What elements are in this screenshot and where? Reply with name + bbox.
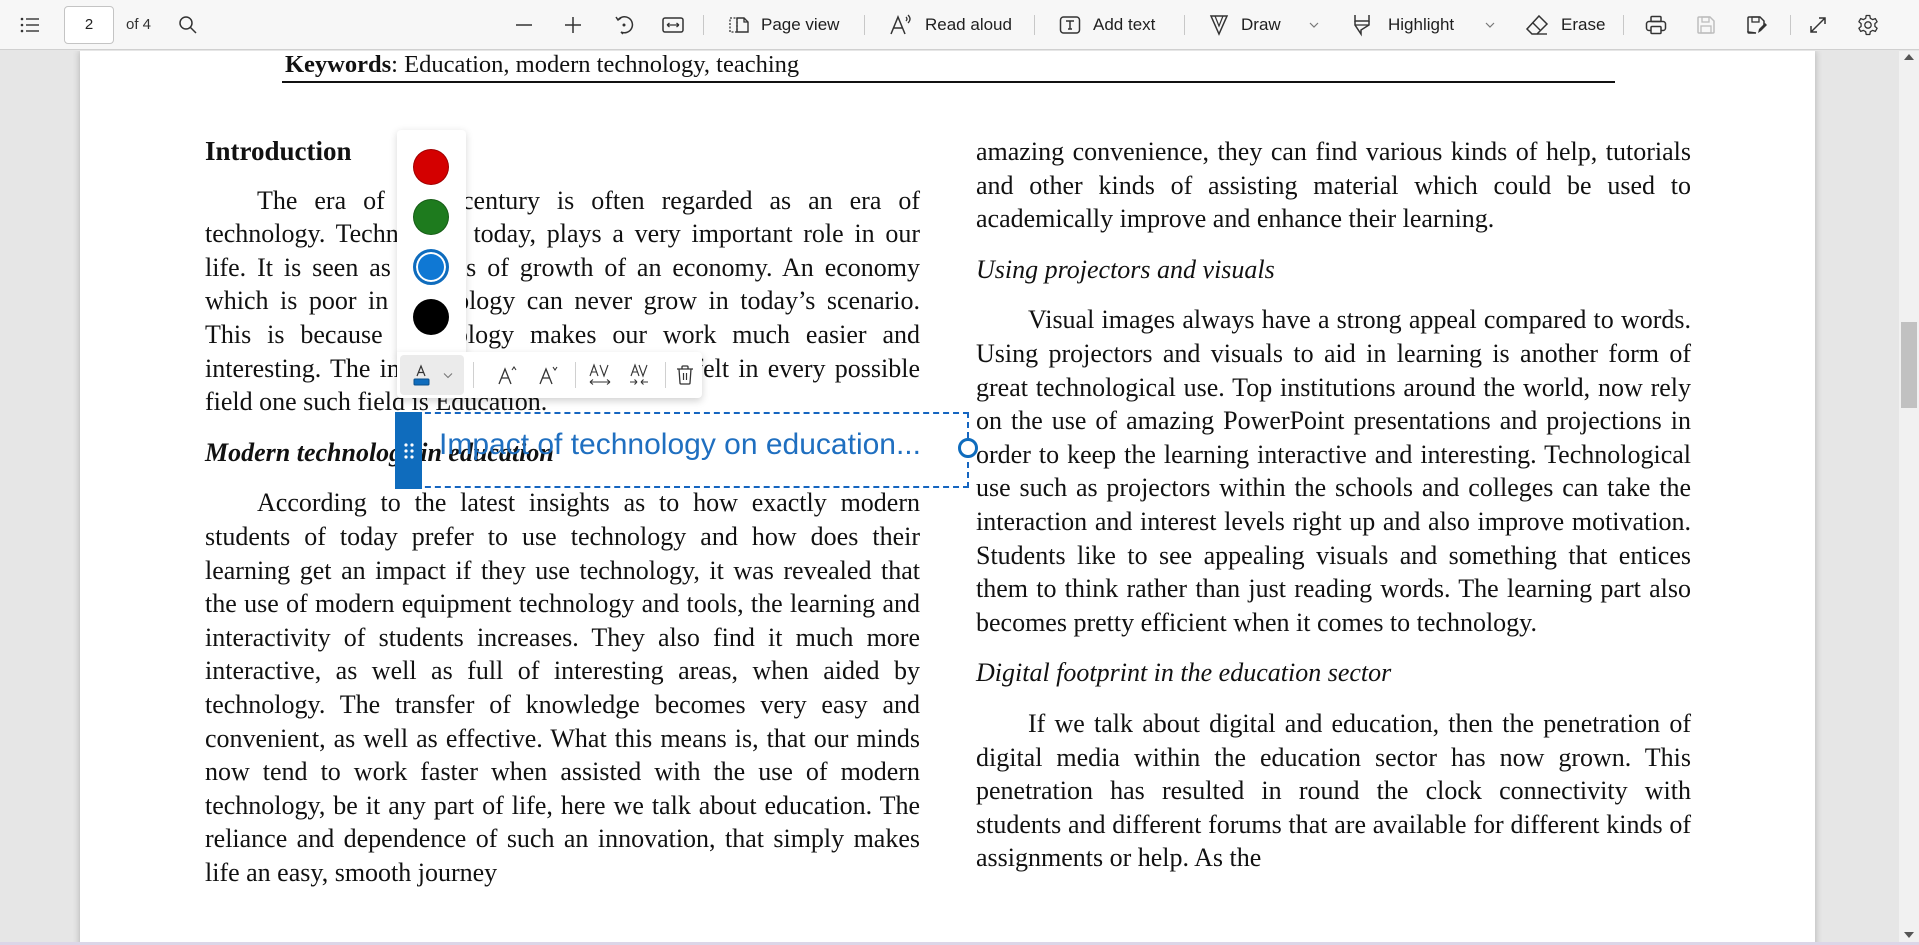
document-viewer: Keywords: Education, modern technology, … xyxy=(0,51,1899,942)
save-button[interactable] xyxy=(1696,0,1716,50)
rotate-button[interactable] xyxy=(613,0,635,50)
minus-icon xyxy=(516,24,532,26)
drag-handle[interactable] xyxy=(395,412,422,489)
spacing-increase-icon xyxy=(589,363,611,385)
add-text-icon xyxy=(1059,16,1081,34)
spacing-decrease-icon xyxy=(630,363,648,385)
settings-button[interactable] xyxy=(1857,0,1879,50)
page-total-label: of 4 xyxy=(126,16,152,33)
text-color-button[interactable] xyxy=(400,355,464,395)
scroll-up-arrow-icon[interactable] xyxy=(1904,54,1914,60)
left-column: Introduction The era of 21st century is … xyxy=(205,135,920,889)
vertical-scrollbar[interactable] xyxy=(1899,51,1919,942)
highlight-label: Highlight xyxy=(1388,15,1455,34)
read-aloud-icon xyxy=(890,14,911,35)
save-icon xyxy=(1697,16,1715,34)
add-text-button[interactable]: Add text xyxy=(1059,0,1155,50)
text-annotation-box[interactable]: Impact of technology on education... xyxy=(395,412,978,489)
toolbar-divider xyxy=(864,15,865,35)
highlighter-icon xyxy=(1354,15,1370,37)
annotation-text[interactable]: Impact of technology on education... xyxy=(439,428,921,462)
scrollbar-thumb[interactable] xyxy=(1901,322,1917,408)
page-number-input[interactable]: 2 xyxy=(64,6,114,44)
save-as-icon xyxy=(1747,16,1767,34)
erase-label: Erase xyxy=(1561,15,1606,34)
chevron-down-icon xyxy=(443,372,453,378)
paragraph-digital-footprint: If we talk about digital and education, … xyxy=(976,708,1691,873)
chevron-down-icon xyxy=(1309,22,1319,28)
resize-handle[interactable] xyxy=(958,438,978,458)
toolbar-divider xyxy=(1790,15,1791,35)
color-swatch-red[interactable] xyxy=(413,149,449,185)
text-color-palette xyxy=(397,130,466,356)
save-as-button[interactable] xyxy=(1746,0,1768,50)
print-button[interactable] xyxy=(1645,0,1667,50)
scroll-down-arrow-icon[interactable] xyxy=(1904,932,1914,938)
increase-font-size-button[interactable] xyxy=(493,355,523,395)
color-swatch-green[interactable] xyxy=(413,199,449,235)
zoom-out-button[interactable] xyxy=(514,0,534,50)
read-aloud-label: Read aloud xyxy=(925,15,1012,34)
highlight-button[interactable]: Highlight xyxy=(1352,0,1454,50)
plus-icon xyxy=(565,17,581,33)
section-heading-projectors: Using projectors and visuals xyxy=(976,254,1275,284)
right-column: amazing convenience, they can find vario… xyxy=(976,135,1691,875)
decrease-spacing-button[interactable] xyxy=(625,355,657,395)
decrease-font-size-button[interactable] xyxy=(534,355,564,395)
printer-icon xyxy=(1645,15,1667,35)
page-view-icon xyxy=(729,17,749,33)
section-heading-introduction: Introduction xyxy=(205,136,352,166)
keywords-value: : Education, modern technology, teaching xyxy=(391,51,800,78)
format-divider xyxy=(473,362,474,388)
keywords-rule xyxy=(282,81,1615,83)
add-text-label: Add text xyxy=(1093,15,1156,34)
page-view-button[interactable]: Page view xyxy=(729,0,839,50)
highlight-options-dropdown[interactable] xyxy=(1484,0,1496,50)
list-icon xyxy=(20,17,39,33)
fit-width-icon xyxy=(662,17,684,33)
pen-icon xyxy=(1209,15,1229,36)
font-increase-icon xyxy=(498,366,517,385)
section-heading-digital-footprint: Digital footprint in the education secto… xyxy=(976,658,1392,688)
keywords-line: Keywords: Education, modern technology, … xyxy=(285,51,799,79)
color-swatch-black[interactable] xyxy=(413,299,449,335)
table-of-contents-button[interactable] xyxy=(20,0,40,50)
chevron-down-icon xyxy=(1485,22,1495,28)
paragraph-projectors: Visual images always have a strong appea… xyxy=(976,305,1691,637)
keywords-label: Keywords xyxy=(285,51,392,78)
pdf-page: Keywords: Education, modern technology, … xyxy=(80,51,1815,942)
zoom-in-button[interactable] xyxy=(563,0,583,50)
rotate-icon xyxy=(615,16,634,35)
read-aloud-button[interactable]: Read aloud xyxy=(889,0,1012,50)
search-button[interactable] xyxy=(178,0,198,50)
toolbar-divider xyxy=(1623,15,1624,35)
draw-options-dropdown[interactable] xyxy=(1308,0,1320,50)
eraser-icon xyxy=(1525,14,1549,35)
format-divider xyxy=(575,362,576,388)
fit-width-button[interactable] xyxy=(662,0,684,50)
toolbar-divider xyxy=(1034,15,1035,35)
draw-label: Draw xyxy=(1241,15,1281,34)
delete-annotation-button[interactable] xyxy=(671,355,699,395)
increase-spacing-button[interactable] xyxy=(585,355,617,395)
pdf-toolbar: 2 of 4 Page view Read aloud Add text Dra… xyxy=(0,0,1919,50)
toolbar-divider xyxy=(1184,15,1185,35)
text-color-icon xyxy=(413,364,430,386)
fullscreen-button[interactable] xyxy=(1808,0,1828,50)
text-format-toolbar xyxy=(397,352,702,398)
trash-icon xyxy=(677,365,693,385)
color-swatch-blue[interactable] xyxy=(413,249,449,285)
draw-button[interactable]: Draw xyxy=(1209,0,1281,50)
format-divider xyxy=(665,362,666,388)
page-view-label: Page view xyxy=(761,15,840,34)
paragraph-modern-technology: According to the latest insights as to h… xyxy=(205,488,920,887)
font-decrease-icon xyxy=(539,366,558,385)
toolbar-divider xyxy=(703,15,704,35)
search-icon xyxy=(179,16,197,34)
gear-icon xyxy=(1858,14,1878,36)
paragraph-continued: amazing convenience, they can find vario… xyxy=(976,137,1691,234)
grip-dots-icon xyxy=(403,442,414,459)
erase-button[interactable]: Erase xyxy=(1525,0,1605,50)
expand-icon xyxy=(1810,17,1826,33)
